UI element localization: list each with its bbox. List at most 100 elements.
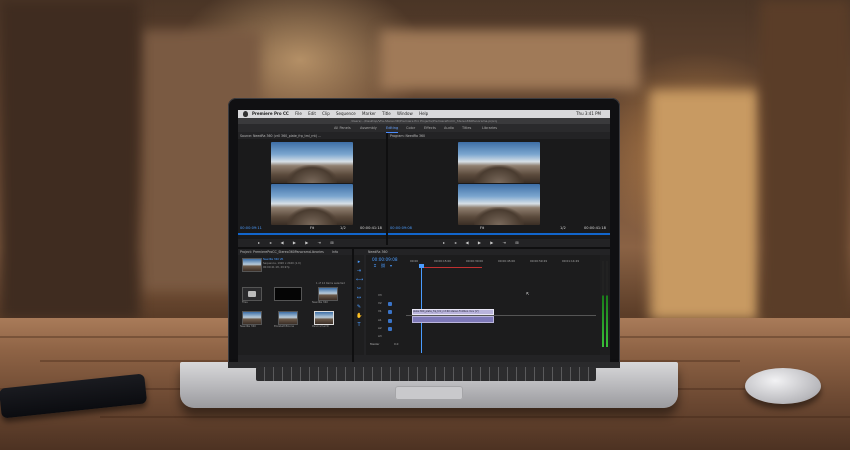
ruler-label: 00:00:15:00	[434, 259, 452, 263]
track-label-v3: V3	[378, 293, 382, 297]
audio-meters-panel	[600, 255, 610, 355]
menu-file[interactable]: File	[295, 111, 302, 116]
track-toggle-a2[interactable]	[388, 327, 392, 331]
ruler-label: 00:01:14:29	[562, 259, 580, 263]
audio-meter-right	[606, 261, 608, 347]
ruler-label: 00:00:59:29	[530, 259, 548, 263]
apple-icon[interactable]	[243, 111, 248, 117]
text-tool-icon[interactable]: T	[356, 322, 362, 328]
snap-icon[interactable]: ⌗	[372, 263, 378, 269]
pen-tool-icon[interactable]: ✎	[356, 304, 362, 310]
workspace-color[interactable]: Color	[406, 124, 415, 132]
ruler-label: 00:00:30:00	[466, 259, 484, 263]
thumb-label: NeedRa 360	[312, 301, 328, 304]
track-select-tool-icon[interactable]: ⇥	[356, 268, 362, 274]
blurred-window	[380, 30, 640, 90]
ruler-label: 00:00	[410, 259, 419, 263]
track-label-v1: V1	[378, 309, 382, 313]
bin-label: Files	[242, 301, 248, 304]
workspace-libraries[interactable]: Libraries	[482, 124, 497, 132]
track-toggle-v2[interactable]	[388, 302, 392, 306]
blurred-shelf	[0, 0, 140, 320]
work-area-bar[interactable]	[422, 267, 482, 268]
program-duration: 00:00:41:18	[584, 226, 606, 230]
blurred-cabinet	[650, 90, 760, 320]
preview-thumbnail[interactable]	[242, 258, 262, 272]
menu-title[interactable]: Title	[382, 111, 391, 116]
source-fit[interactable]: Fit	[310, 226, 314, 230]
program-scrubber[interactable]	[388, 233, 610, 235]
menu-help[interactable]: Help	[419, 111, 428, 116]
track-label-master: Master	[370, 342, 380, 346]
menu-clip[interactable]: Clip	[322, 111, 330, 116]
ripple-tool-icon[interactable]: ⟷	[356, 277, 363, 283]
bin-folder-icon[interactable]	[242, 287, 262, 301]
clip-thumb[interactable]	[242, 311, 262, 325]
workspace-assembly[interactable]: Assembly	[360, 124, 377, 132]
mouse-cursor-icon: ⇱	[526, 291, 530, 296]
source-transport-controls[interactable]: ▸ ◂ ◀ ▶ ▶ ⇥ ⊞	[258, 240, 338, 246]
audio-clip[interactable]	[412, 316, 494, 323]
source-monitor: 00:00:09:11 Fit 1/2 00:00:41:18	[238, 139, 386, 239]
slip-tool-icon[interactable]: ↔	[356, 295, 362, 301]
video-clip[interactable]: plate:360_plate_frp_tml_rnt:60 stereo-Fo…	[412, 309, 494, 315]
source-frame-top	[271, 142, 353, 183]
workspace-titles[interactable]: Titles	[462, 124, 471, 132]
program-timecode[interactable]: 00:00:09:08	[390, 226, 412, 230]
linked-selection-icon[interactable]: ⛓	[380, 263, 386, 269]
workspace-editing[interactable]: Editing	[386, 124, 399, 133]
clip-thumb[interactable]	[318, 287, 338, 301]
thumb-label: NeedRa 360	[240, 325, 256, 328]
workspace-bar: All Panels Assembly Editing Color Effect…	[238, 124, 610, 133]
black-video-thumb[interactable]	[274, 287, 302, 301]
menu-edit[interactable]: Edit	[308, 111, 316, 116]
selection-tool-icon[interactable]: ▸	[356, 259, 362, 265]
hand-tool-icon[interactable]: ✋	[356, 313, 362, 319]
menu-sequence[interactable]: Sequence	[336, 111, 356, 116]
project-panel: NeedRa 360 VR Sequence, 1920 x 2160 (1.0…	[238, 255, 352, 355]
track-label-a3: A3	[378, 334, 382, 338]
audio-meter-left	[602, 261, 604, 347]
items-selected: 1 of 12 items selected	[316, 282, 345, 285]
marker-icon[interactable]: ▾	[388, 263, 394, 269]
menu-marker[interactable]: Marker	[362, 111, 376, 116]
menu-app-name[interactable]: Premiere Pro CC	[252, 111, 289, 116]
source-scrubber[interactable]	[238, 233, 386, 235]
program-fraction[interactable]: 1/2	[560, 226, 566, 230]
clip-thumb[interactable]	[278, 311, 298, 325]
clip-info-2: 00:00:41:18, 29.97p	[263, 266, 290, 269]
program-frame-bottom	[458, 184, 540, 225]
tools-panel: ▸ ⇥ ⟷ ✂ ↔ ✎ ✋ T	[354, 255, 364, 355]
computer-mouse	[745, 368, 821, 404]
workspace-all-panels[interactable]: All Panels	[334, 124, 351, 132]
track-label-a1: A1	[378, 318, 382, 322]
source-frame-bottom	[271, 184, 353, 225]
program-transport-controls[interactable]: ▸ ◂ ◀ ▶ ▶ ⇥ ⊞	[443, 240, 523, 246]
source-timecode[interactable]: 00:00:09:11	[240, 226, 262, 230]
timeline-timecode[interactable]: 00:00:09:08	[372, 257, 398, 262]
laptop-keyboard	[256, 367, 596, 381]
ruler-label: 00:00:45:00	[498, 259, 516, 263]
mac-menubar: Premiere Pro CC File Edit Clip Sequence …	[238, 110, 610, 118]
razor-tool-icon[interactable]: ✂	[356, 286, 362, 292]
program-frame-top	[458, 142, 540, 183]
program-fit[interactable]: Fit	[480, 226, 484, 230]
track-toggle-v1[interactable]	[388, 310, 392, 314]
menu-window[interactable]: Window	[397, 111, 413, 116]
program-monitor: 00:00:09:08 Fit 1/2 00:00:41:18	[388, 139, 610, 239]
track-label-a2: A2	[378, 326, 382, 330]
master-value[interactable]: 0.0	[394, 342, 398, 346]
clip-name: NeedRa 360 VR	[263, 258, 284, 261]
laptop-screen: Premiere Pro CC File Edit Clip Sequence …	[238, 110, 610, 362]
blurred-door	[760, 0, 850, 320]
source-fraction[interactable]: 1/2	[340, 226, 346, 230]
selected-clip-thumb[interactable]	[314, 311, 334, 325]
workspace-audio[interactable]: Audio	[444, 124, 454, 132]
track-label-v2: V2	[378, 301, 382, 305]
laptop-trackpad[interactable]	[395, 386, 463, 400]
track-toggle-a1[interactable]	[388, 319, 392, 323]
timeline-panel: 00:00:09:08 ⌗ ⛓ ▾ 00:00 00:00:15:00 00:0…	[366, 255, 600, 355]
thumb-label: ElizabethBoone	[274, 325, 295, 328]
workspace-effects[interactable]: Effects	[424, 124, 436, 132]
wood-grain	[100, 416, 850, 418]
